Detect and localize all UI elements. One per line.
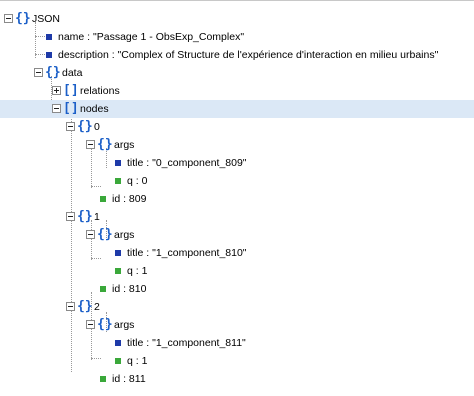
string-value-icon bbox=[115, 160, 121, 166]
collapse-toggle-icon[interactable] bbox=[86, 140, 95, 149]
tree-leaf-text: id : 811 bbox=[112, 373, 146, 385]
tree-node-relations[interactable]: [] relations bbox=[0, 82, 474, 100]
tree-node-label: relations bbox=[80, 85, 120, 97]
collapse-toggle-icon[interactable] bbox=[4, 14, 13, 23]
json-tree-view: {} JSON name : "Passage 1 - ObsExp_Compl… bbox=[0, 0, 474, 396]
tree-node-json[interactable]: {} JSON bbox=[0, 10, 474, 28]
number-value-icon bbox=[115, 178, 121, 184]
collapse-toggle-icon[interactable] bbox=[66, 212, 75, 221]
array-brackets-icon: [] bbox=[63, 83, 79, 98]
collapse-toggle-icon[interactable] bbox=[52, 104, 61, 113]
string-value-icon bbox=[115, 340, 121, 346]
tree-node-args[interactable]: {} args bbox=[0, 136, 474, 154]
tree-leaf-text: q : 0 bbox=[127, 175, 148, 187]
tree-node-item-2[interactable]: {} 2 bbox=[0, 298, 474, 316]
tree-node-label: args bbox=[114, 139, 135, 151]
object-braces-icon: {} bbox=[97, 317, 113, 332]
tree-node-label: 2 bbox=[94, 301, 100, 313]
tree-leaf-id[interactable]: id : 810 bbox=[0, 280, 474, 298]
object-braces-icon: {} bbox=[77, 299, 93, 314]
tree-node-label: nodes bbox=[80, 103, 109, 115]
tree-leaf-name[interactable]: name : "Passage 1 - ObsExp_Complex" bbox=[0, 28, 474, 46]
object-braces-icon: {} bbox=[45, 65, 61, 80]
collapse-toggle-icon[interactable] bbox=[66, 302, 75, 311]
tree-node-nodes[interactable]: [] nodes bbox=[0, 100, 474, 118]
number-value-icon bbox=[115, 358, 121, 364]
number-value-icon bbox=[100, 286, 106, 292]
tree-node-item-1[interactable]: {} 1 bbox=[0, 208, 474, 226]
object-braces-icon: {} bbox=[97, 137, 113, 152]
object-braces-icon: {} bbox=[15, 11, 31, 26]
tree-leaf-q[interactable]: q : 1 bbox=[0, 352, 474, 370]
collapse-toggle-icon[interactable] bbox=[34, 68, 43, 77]
tree-node-label: JSON bbox=[32, 13, 61, 25]
tree-node-label: 0 bbox=[94, 121, 100, 133]
object-braces-icon: {} bbox=[77, 119, 93, 134]
string-value-icon bbox=[46, 34, 52, 40]
tree-node-label: args bbox=[114, 319, 135, 331]
string-value-icon bbox=[46, 52, 52, 58]
tree-leaf-description[interactable]: description : "Complex of Structure de l… bbox=[0, 46, 474, 64]
number-value-icon bbox=[115, 268, 121, 274]
tree-leaf-text: q : 1 bbox=[127, 355, 148, 367]
object-braces-icon: {} bbox=[97, 227, 113, 242]
tree-leaf-id[interactable]: id : 811 bbox=[0, 370, 474, 388]
collapse-toggle-icon[interactable] bbox=[86, 320, 95, 329]
tree-leaf-title[interactable]: title : "1_component_810" bbox=[0, 244, 474, 262]
collapse-toggle-icon[interactable] bbox=[66, 122, 75, 131]
tree-node-label: args bbox=[114, 229, 135, 241]
array-brackets-icon: [] bbox=[63, 101, 79, 116]
object-braces-icon: {} bbox=[77, 209, 93, 224]
expand-toggle-icon[interactable] bbox=[52, 86, 61, 95]
tree-leaf-q[interactable]: q : 1 bbox=[0, 262, 474, 280]
number-value-icon bbox=[100, 196, 106, 202]
top-divider bbox=[0, 0, 474, 1]
collapse-toggle-icon[interactable] bbox=[86, 230, 95, 239]
tree-leaf-q[interactable]: q : 0 bbox=[0, 172, 474, 190]
number-value-icon bbox=[100, 376, 106, 382]
tree-leaf-id[interactable]: id : 809 bbox=[0, 190, 474, 208]
tree-leaf-text: title : "0_component_809" bbox=[127, 157, 247, 169]
tree-node-label: data bbox=[62, 67, 83, 79]
tree-leaf-text: description : "Complex of Structure de l… bbox=[58, 49, 439, 61]
tree-leaf-title[interactable]: title : "0_component_809" bbox=[0, 154, 474, 172]
tree-node-data[interactable]: {} data bbox=[0, 64, 474, 82]
tree-leaf-text: name : "Passage 1 - ObsExp_Complex" bbox=[58, 31, 245, 43]
tree-leaf-text: title : "1_component_811" bbox=[127, 337, 246, 349]
tree-node-label: 1 bbox=[94, 211, 100, 223]
tree-leaf-text: id : 810 bbox=[112, 283, 147, 295]
tree-leaf-title[interactable]: title : "1_component_811" bbox=[0, 334, 474, 352]
tree-leaf-text: q : 1 bbox=[127, 265, 148, 277]
tree-node-args[interactable]: {} args bbox=[0, 316, 474, 334]
tree-leaf-text: title : "1_component_810" bbox=[127, 247, 247, 259]
tree-leaf-text: id : 809 bbox=[112, 193, 147, 205]
string-value-icon bbox=[115, 250, 121, 256]
tree-node-args[interactable]: {} args bbox=[0, 226, 474, 244]
tree-node-item-0[interactable]: {} 0 bbox=[0, 118, 474, 136]
